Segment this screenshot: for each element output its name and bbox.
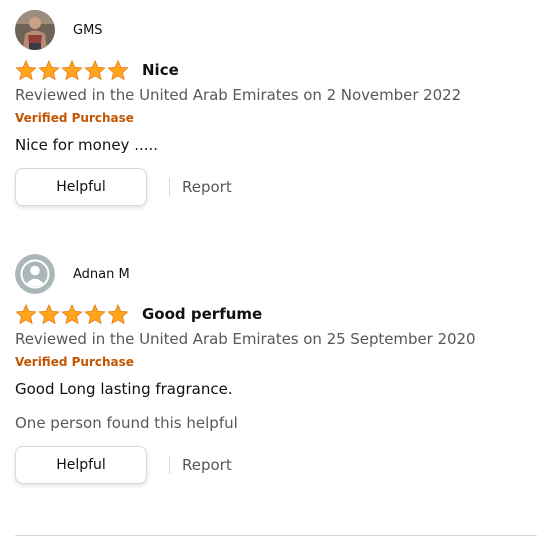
report-link[interactable]: Report (182, 456, 232, 474)
default-user-icon (15, 254, 55, 294)
action-divider (169, 178, 170, 196)
review-title-row: Good perfume (15, 302, 535, 326)
review-item: Adnan M Good perfume Reviewed in the Uni… (15, 254, 535, 484)
star-icon (61, 303, 83, 325)
star-icon (38, 303, 60, 325)
star-icon (38, 59, 60, 81)
star-icon (107, 303, 129, 325)
star-rating[interactable] (15, 303, 129, 325)
helpful-button[interactable]: Helpful (15, 168, 147, 206)
helpful-count: One person found this helpful (15, 414, 238, 432)
star-icon (15, 303, 37, 325)
review-title-row: Nice (15, 58, 535, 82)
star-icon (107, 59, 129, 81)
reviewer-profile[interactable]: GMS (15, 10, 535, 50)
review-actions: Helpful Report (15, 168, 535, 206)
action-divider (169, 456, 170, 474)
star-icon (61, 59, 83, 81)
helpful-button[interactable]: Helpful (15, 446, 147, 484)
star-icon (15, 59, 37, 81)
verified-purchase-badge: Verified Purchase (15, 111, 134, 125)
review-title[interactable]: Nice (142, 61, 179, 79)
review-date: Reviewed in the United Arab Emirates on … (15, 86, 462, 104)
star-icon (84, 303, 106, 325)
review-body: Good Long lasting fragrance. (15, 380, 233, 398)
review-actions: Helpful Report (15, 446, 535, 484)
report-link[interactable]: Report (182, 178, 232, 196)
section-divider (15, 535, 537, 536)
review-item: GMS Nice Reviewed in the United Arab Emi… (15, 10, 535, 206)
reviewer-name: Adnan M (73, 266, 130, 282)
star-rating[interactable] (15, 59, 129, 81)
reviewer-profile[interactable]: Adnan M (15, 254, 535, 294)
user-photo-icon (15, 10, 55, 50)
reviewer-name: GMS (73, 22, 103, 38)
star-icon (84, 59, 106, 81)
review-title[interactable]: Good perfume (142, 305, 262, 323)
review-date: Reviewed in the United Arab Emirates on … (15, 330, 476, 348)
verified-purchase-badge: Verified Purchase (15, 355, 134, 369)
review-body: Nice for money ..... (15, 136, 159, 154)
